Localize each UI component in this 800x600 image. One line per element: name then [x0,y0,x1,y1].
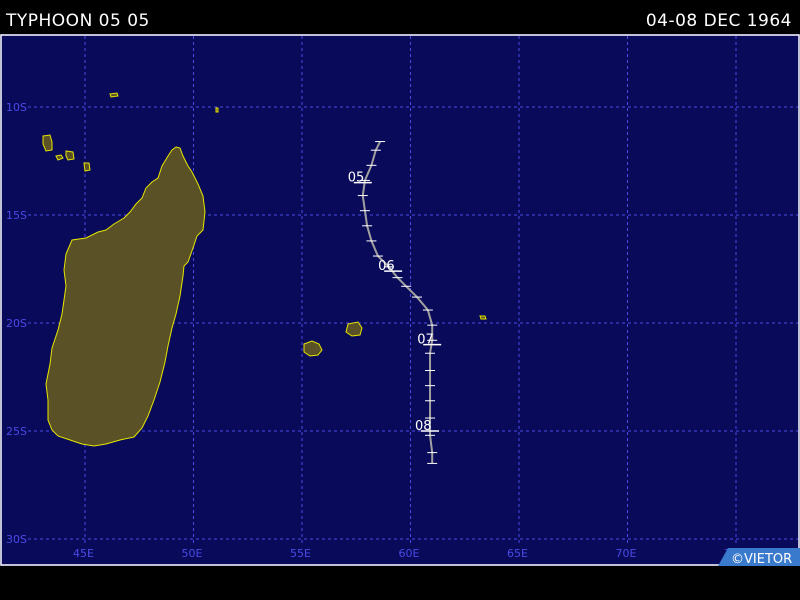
credit-text: ©VIETOR [731,552,792,566]
footer-bar [0,566,800,600]
tromelin-islet [215,107,219,113]
longitude-label: 60E [399,547,420,560]
glorioso-islet [109,92,119,98]
comoros-anjouan [65,150,75,161]
mayotte [83,162,91,172]
latitude-label: 15S [6,209,27,222]
latitude-label: 20S [6,317,27,330]
longitude-label: 70E [616,547,637,560]
rodrigues-island [479,315,487,320]
longitude-label: 65E [507,547,528,560]
map-canvas: 45E50E55E60E65E70E75E10S15S20S25S30S 050… [0,34,800,567]
storm-title: TYPHOON 05 05 [6,11,150,31]
credit-badge: ©VIETOR [718,548,800,567]
longitude-label: 55E [290,547,311,560]
header-bar: TYPHOON 05 05 04-08 DEC 1964 [0,0,800,34]
longitude-label: 50E [182,547,203,560]
mauritius-island [345,321,363,337]
latitude-label: 10S [6,101,27,114]
day-label: 07 [417,333,434,348]
day-label: 08 [415,419,432,434]
longitude-label: 45E [73,547,94,560]
latitude-label: 25S [6,425,27,438]
day-label: 05 [348,171,365,186]
day-label: 06 [378,259,395,274]
date-range: 04-08 DEC 1964 [645,11,792,31]
track-map: 45E50E55E60E65E70E75E10S15S20S25S30S 050… [0,34,800,567]
latitude-label: 30S [6,533,27,546]
